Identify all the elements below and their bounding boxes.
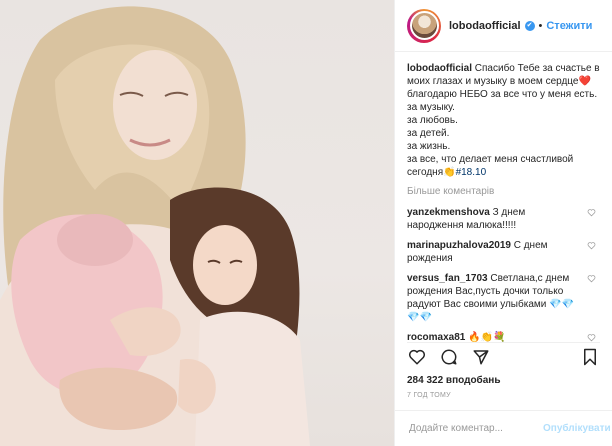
- comment-like-heart-icon[interactable]: [587, 208, 596, 217]
- likes-count[interactable]: 284 322 вподобань: [407, 375, 500, 386]
- hashtag-link[interactable]: #18.10: [456, 167, 487, 178]
- caption-line: благодарю НЕБО за все что у меня есть.: [407, 89, 598, 100]
- comment-like-heart-icon[interactable]: [587, 274, 596, 283]
- comment-item: yanzekmenshova З днем народження малюка!…: [407, 206, 600, 232]
- bookmark-icon[interactable]: [580, 347, 600, 367]
- caption-line: сегодня👏#18.10: [407, 166, 600, 179]
- comment-input[interactable]: [407, 422, 543, 435]
- comment-username[interactable]: versus_fan_1703: [407, 273, 488, 284]
- post-photo[interactable]: [0, 0, 394, 446]
- caption-line: за все, что делает меня счастливой: [407, 154, 574, 165]
- caption-line: за любовь.: [407, 115, 458, 126]
- publish-button[interactable]: Опублікувати: [543, 423, 611, 434]
- header-separator: •: [538, 19, 543, 32]
- post-timestamp[interactable]: 7 ГОД ТОМУ: [407, 392, 451, 399]
- post-actions: [407, 342, 600, 371]
- comments-section: lobodaofficial Спасибо Тебе за счастье в…: [395, 52, 612, 344]
- caption: lobodaofficial Спасибо Тебе за счастье в…: [407, 62, 600, 179]
- caption-line: Спасибо Тебе за счастье в: [474, 63, 600, 74]
- caption-line: моих глазах и музыку в моем сердце❤️: [407, 76, 591, 87]
- caption-username[interactable]: lobodaofficial: [407, 63, 472, 74]
- caption-line: за жизнь.: [407, 141, 451, 152]
- photo-illustration: [0, 6, 310, 446]
- caption-line: за детей.: [407, 128, 450, 139]
- header-username[interactable]: lobodaofficial: [449, 20, 521, 32]
- comment-like-heart-icon[interactable]: [587, 333, 596, 342]
- post-sidebar: lobodaofficial ✔ • Стежити lobodaofficia…: [394, 0, 612, 446]
- follow-button[interactable]: Стежити: [546, 20, 592, 32]
- post-header: lobodaofficial ✔ • Стежити: [395, 0, 612, 52]
- add-comment-bar: Опублікувати: [395, 410, 612, 446]
- caption-line: за музыку.: [407, 102, 455, 113]
- avatar-image: [409, 11, 439, 40]
- heart-icon[interactable]: [407, 347, 427, 367]
- caption-line-text: сегодня👏: [407, 167, 456, 178]
- share-icon[interactable]: [471, 347, 491, 367]
- verified-badge-icon: ✔: [524, 20, 535, 31]
- comment-item: marinapuzhalova2019 С днем рождения: [407, 239, 600, 265]
- avatar[interactable]: [407, 8, 441, 43]
- comment-icon[interactable]: [439, 347, 459, 367]
- comment-like-heart-icon[interactable]: [587, 241, 596, 250]
- more-comments-link[interactable]: Більше коментарів: [407, 185, 600, 198]
- comment-item: versus_fan_1703 Светлана,с днем рождения…: [407, 272, 600, 324]
- comment-username[interactable]: yanzekmenshova: [407, 207, 490, 218]
- comment-username[interactable]: marinapuzhalova2019: [407, 240, 511, 251]
